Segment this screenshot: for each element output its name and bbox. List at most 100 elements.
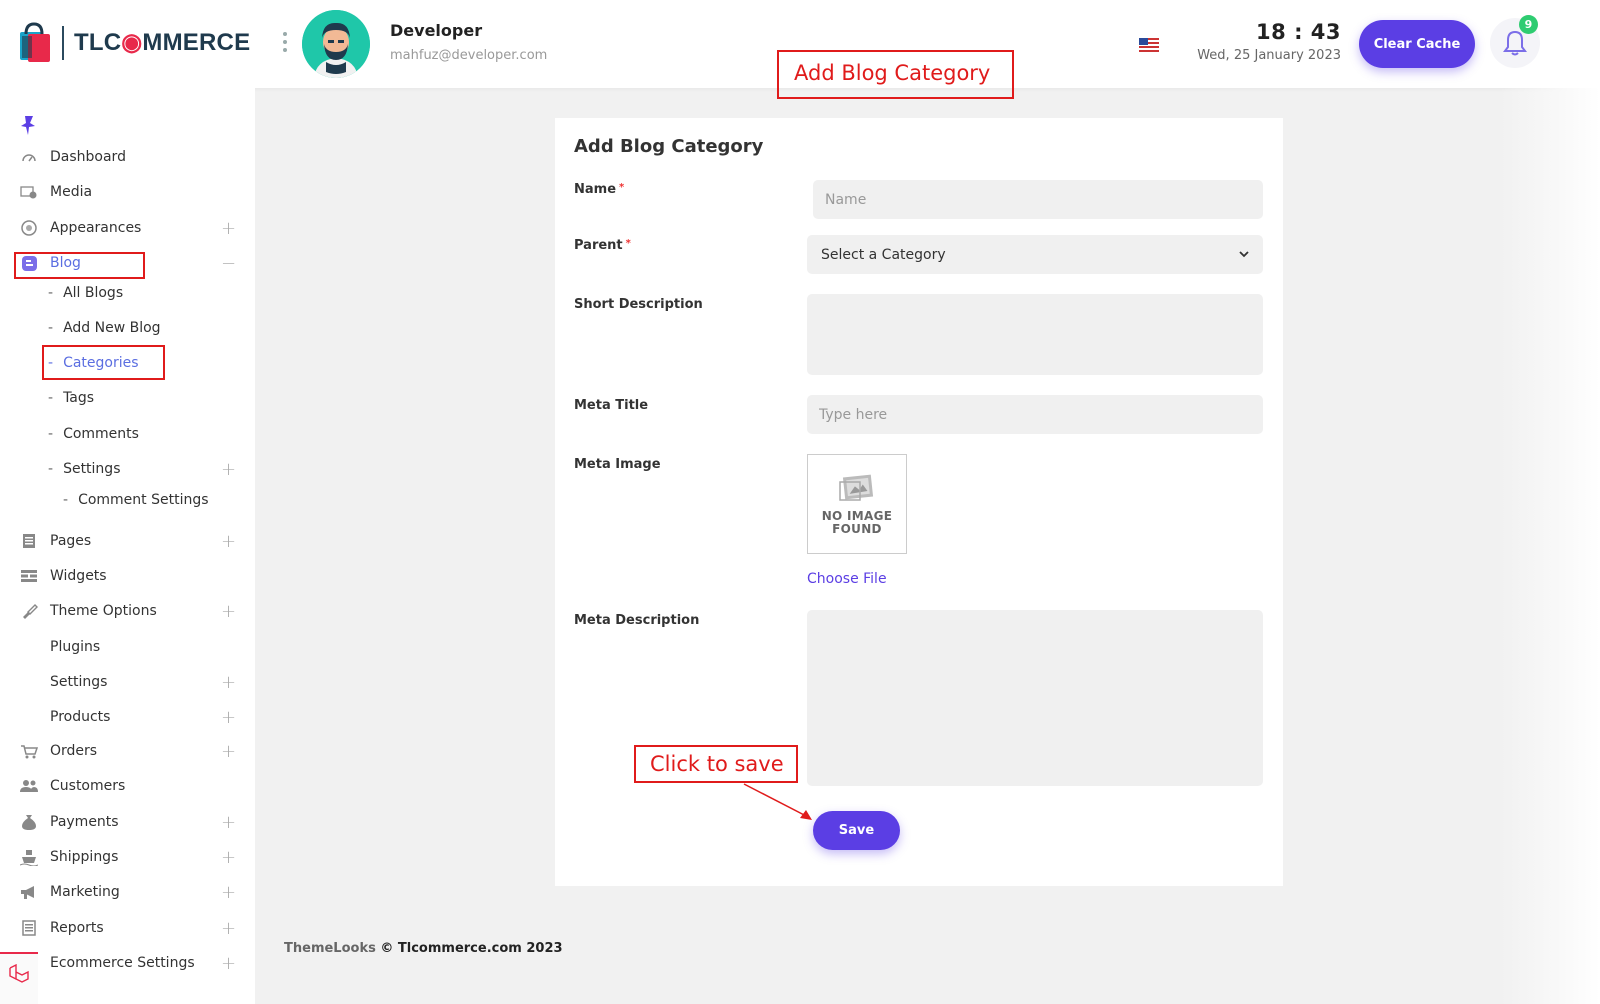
- shopping-bag-logo-icon: [20, 22, 50, 62]
- save-button[interactable]: Save: [813, 811, 900, 850]
- name-label: Name *: [574, 182, 625, 197]
- sidebar-item-label: Ecommerce Settings: [50, 955, 195, 971]
- page-edge-shade: [1500, 88, 1600, 1004]
- users-icon: [20, 777, 38, 795]
- collapse-minus-icon[interactable]: −: [221, 253, 236, 274]
- meta-title-input[interactable]: [807, 395, 1263, 434]
- expand-plus-icon[interactable]: +: [221, 218, 236, 239]
- sidebar-subitem-all-blogs[interactable]: - All Blogs: [48, 285, 123, 301]
- pin-icon[interactable]: [19, 114, 37, 136]
- logo[interactable]: TLC◉MMERCE: [18, 22, 250, 64]
- sidebar-subitem-tags[interactable]: - Tags: [48, 390, 94, 406]
- annotation-arrow-icon: [743, 783, 812, 820]
- sidebar-item-theme-options[interactable]: Theme Options +: [0, 596, 255, 626]
- expand-plus-icon[interactable]: +: [221, 741, 236, 762]
- annotation-categories-box: [42, 345, 165, 380]
- sidebar-item-shippings[interactable]: Shippings +: [0, 842, 255, 872]
- sidebar-item-label: Payments: [50, 814, 119, 830]
- sidebar-item-reports[interactable]: Reports +: [0, 913, 255, 943]
- clock-time: 18 : 43: [1256, 20, 1341, 44]
- expand-plus-icon[interactable]: +: [221, 459, 236, 480]
- avatar[interactable]: [302, 10, 370, 78]
- short-description-input[interactable]: [807, 294, 1263, 375]
- expand-plus-icon[interactable]: +: [221, 672, 236, 693]
- cart-o-icon: ◉: [121, 29, 143, 56]
- footer-brand[interactable]: ThemeLooks: [284, 941, 376, 956]
- sidebar-subitem-comment-settings[interactable]: - Comment Settings: [63, 492, 209, 508]
- sidebar-item-marketing[interactable]: Marketing +: [0, 877, 255, 907]
- chevron-down-icon: [1239, 251, 1249, 258]
- sidebar-item-ecommerce-settings[interactable]: Ecommerce Settings +: [0, 948, 255, 978]
- palette-icon: [20, 219, 38, 237]
- widgets-icon: [20, 567, 38, 585]
- meta-description-label: Meta Description: [574, 613, 700, 628]
- sidebar-item-media[interactable]: Media: [0, 177, 255, 207]
- media-icon: [20, 183, 38, 201]
- user-avatar-icon: [302, 10, 370, 78]
- ship-icon: [20, 848, 38, 866]
- expand-plus-icon[interactable]: +: [221, 531, 236, 552]
- expand-plus-icon[interactable]: +: [221, 882, 236, 903]
- sidebar-item-label: Media: [50, 184, 93, 200]
- us-flag-icon[interactable]: [1139, 38, 1159, 52]
- sidebar-item-label: Appearances: [50, 220, 142, 236]
- expand-plus-icon[interactable]: +: [221, 812, 236, 833]
- sidebar-item-pages[interactable]: Pages +: [0, 526, 255, 556]
- choose-file-link[interactable]: Choose File: [807, 571, 887, 587]
- name-input[interactable]: [813, 180, 1263, 219]
- meta-image-label: Meta Image: [574, 457, 661, 472]
- brand-name: TLC◉MMERCE: [62, 26, 250, 60]
- expand-plus-icon[interactable]: +: [221, 918, 236, 939]
- meta-image-preview[interactable]: NO IMAGE FOUND: [807, 454, 907, 554]
- cart-icon: [20, 742, 38, 760]
- brush-icon: [20, 602, 38, 620]
- sidebar-subitem-blog-settings[interactable]: - Settings: [48, 461, 120, 477]
- clear-cache-button[interactable]: Clear Cache: [1359, 20, 1475, 68]
- page-title: Add Blog Category: [574, 136, 764, 157]
- expand-plus-icon[interactable]: +: [221, 601, 236, 622]
- expand-plus-icon[interactable]: +: [221, 707, 236, 728]
- sidebar-item-label: Widgets: [50, 568, 107, 584]
- sidebar-item-label: Settings: [50, 674, 108, 690]
- sidebar-item-label: Dashboard: [50, 149, 126, 165]
- sidebar-item-label: Shippings: [50, 849, 119, 865]
- expand-plus-icon[interactable]: +: [221, 953, 236, 974]
- money-bag-icon: [20, 813, 38, 831]
- sidebar-item-payments[interactable]: Payments +: [0, 807, 255, 837]
- sidebar-item-dashboard[interactable]: Dashboard: [0, 142, 255, 172]
- sidebar-item-label: Products: [50, 709, 111, 725]
- menu-toggle-icon[interactable]: [283, 32, 289, 52]
- parent-select[interactable]: Select a Category: [807, 235, 1263, 274]
- sidebar-item-settings[interactable]: Settings +: [0, 667, 255, 697]
- notification-count-badge: 9: [1519, 15, 1538, 34]
- footer-copyright: ThemeLooks © Tlcommerce.com 2023: [284, 941, 563, 956]
- sidebar-item-products[interactable]: Products +: [0, 702, 255, 732]
- annotation-save-box: Click to save: [634, 745, 798, 783]
- sidebar-item-label: Marketing: [50, 884, 120, 900]
- sidebar-subitem-add-new-blog[interactable]: - Add New Blog: [48, 320, 161, 336]
- required-mark: *: [619, 182, 625, 193]
- image-placeholder-icon: [839, 474, 874, 501]
- sidebar-item-label: Theme Options: [50, 603, 157, 619]
- parent-label: Parent *: [574, 238, 631, 253]
- gauge-icon: [20, 148, 38, 166]
- sidebar-item-label: Reports: [50, 920, 104, 936]
- sidebar-item-label: Customers: [50, 778, 126, 794]
- megaphone-icon: [20, 883, 38, 901]
- bell-icon: [1503, 30, 1527, 56]
- parent-selected-value: Select a Category: [821, 246, 946, 263]
- sidebar-item-appearances[interactable]: Appearances +: [0, 213, 255, 243]
- sidebar-item-customers[interactable]: Customers: [0, 771, 255, 801]
- sidebar-item-widgets[interactable]: Widgets: [0, 561, 255, 591]
- sidebar-item-orders[interactable]: Orders +: [0, 736, 255, 766]
- sidebar-subitem-comments[interactable]: - Comments: [48, 426, 139, 442]
- meta-title-label: Meta Title: [574, 398, 649, 413]
- expand-plus-icon[interactable]: +: [221, 847, 236, 868]
- annotation-title-box: Add Blog Category: [777, 50, 1014, 99]
- user-name: Developer: [390, 21, 483, 40]
- framework-badge[interactable]: [0, 952, 38, 1004]
- annotation-blog-box: [14, 252, 145, 279]
- sidebar-item-label: Orders: [50, 743, 98, 759]
- sidebar-item-plugins[interactable]: Plugins: [0, 632, 255, 662]
- meta-description-input[interactable]: [807, 610, 1263, 786]
